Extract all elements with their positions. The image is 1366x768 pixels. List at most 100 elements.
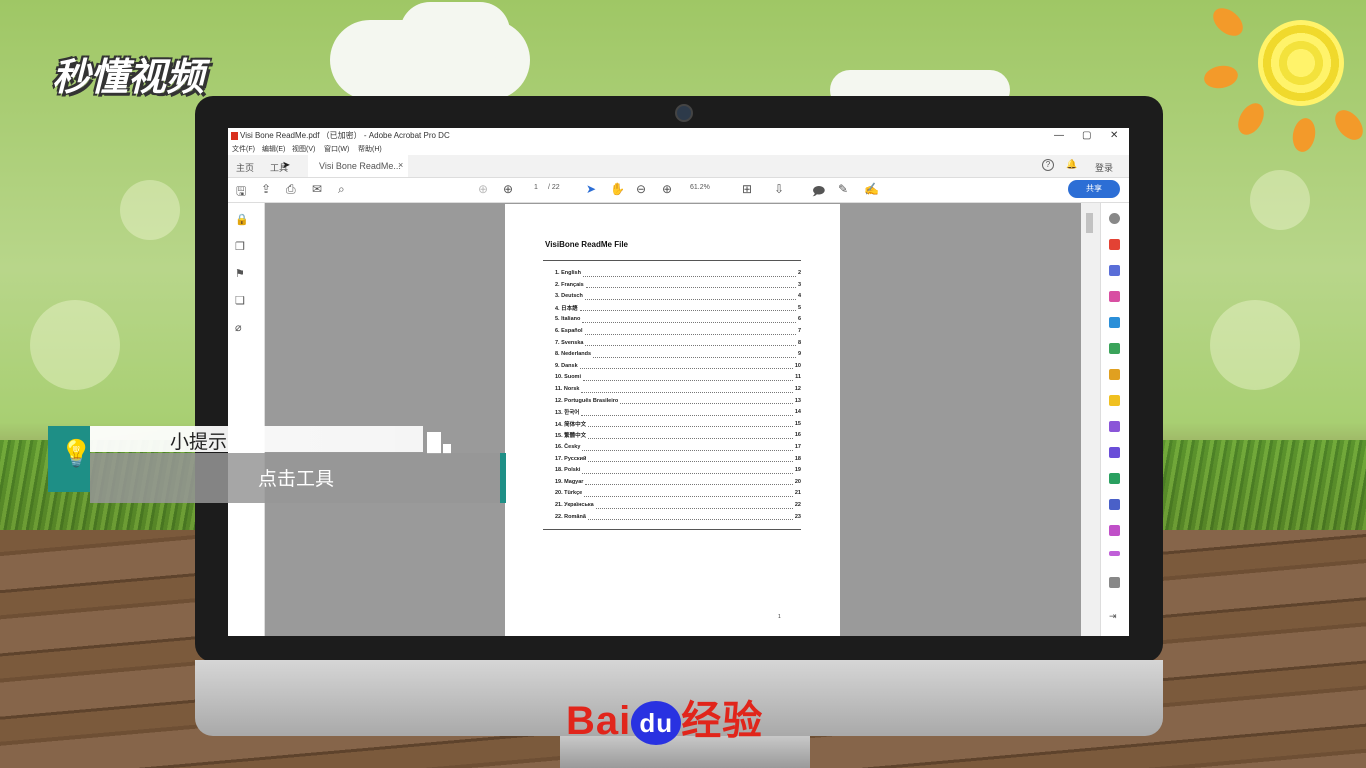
email-icon[interactable]: ✉ bbox=[312, 182, 322, 196]
tab-document[interactable]: Visi Bone ReadMe... × bbox=[308, 155, 408, 177]
collapse-panel-icon[interactable]: ⇥ bbox=[1109, 611, 1120, 622]
next-page-icon[interactable]: ⊕ bbox=[503, 182, 513, 196]
page-total: / 22 bbox=[548, 184, 560, 191]
layers-icon[interactable]: ❏ bbox=[235, 294, 245, 307]
toc-row[interactable]: 12. Português Brasileiro 13 bbox=[555, 396, 801, 406]
tip-decor-block bbox=[427, 432, 441, 454]
menu-file[interactable]: 文件(F) bbox=[232, 144, 255, 154]
vertical-scrollbar[interactable] bbox=[1081, 203, 1100, 636]
select-cursor-icon[interactable]: ➤ bbox=[586, 182, 596, 196]
toc-row[interactable]: 21. Українська 22 bbox=[555, 500, 801, 510]
zoom-tool-icon[interactable] bbox=[1109, 213, 1120, 224]
toc-row[interactable]: 16. Česky 17 bbox=[555, 442, 801, 452]
print-icon[interactable]: ⎙ bbox=[286, 182, 296, 197]
toc-row[interactable]: 7. Svenska 8 bbox=[555, 338, 801, 348]
comment-tool-icon[interactable] bbox=[1109, 395, 1120, 406]
fill-sign-icon[interactable] bbox=[1109, 421, 1120, 432]
toc-leader bbox=[581, 409, 793, 416]
toc-row[interactable]: 15. 繁體中文 16 bbox=[555, 430, 801, 440]
zoom-in-icon[interactable]: ⊕ bbox=[662, 182, 672, 196]
page-current[interactable]: 1 bbox=[534, 184, 538, 191]
export-pdf-icon[interactable] bbox=[1109, 317, 1120, 328]
save-icon[interactable]: 🖫 bbox=[236, 182, 246, 203]
certificate-icon[interactable] bbox=[1109, 447, 1120, 458]
toc-entry-name: 22. Română bbox=[555, 513, 586, 520]
share-button[interactable]: 共享 bbox=[1068, 180, 1120, 198]
menu-view[interactable]: 视图(V) bbox=[292, 144, 315, 154]
print-production-icon[interactable] bbox=[1109, 473, 1120, 484]
toc-row[interactable]: 6. Español 7 bbox=[555, 326, 801, 336]
prev-page-icon[interactable]: ⊕ bbox=[478, 182, 488, 196]
minimize-button[interactable]: — bbox=[1054, 128, 1064, 144]
toc-row[interactable]: 18. Polski 19 bbox=[555, 465, 801, 475]
toc-leader bbox=[581, 386, 793, 393]
edit-pdf-icon[interactable] bbox=[1109, 291, 1120, 302]
page-display-icon[interactable]: ⊞ bbox=[742, 182, 752, 196]
hand-icon[interactable]: ✋ bbox=[610, 182, 625, 196]
more-tools-icon[interactable] bbox=[1109, 577, 1120, 588]
toc-row[interactable]: 19. Magyar 20 bbox=[555, 477, 801, 487]
toc-leader bbox=[582, 467, 793, 474]
toc-row[interactable]: 14. 简体中文 15 bbox=[555, 419, 801, 429]
menu-help[interactable]: 帮助(H) bbox=[358, 144, 382, 154]
close-button[interactable]: ✕ bbox=[1110, 128, 1118, 144]
bookmark-icon[interactable]: ⚑ bbox=[235, 267, 245, 280]
tab-close-icon[interactable]: × bbox=[398, 160, 403, 170]
toc-row[interactable]: 17. Русский 18 bbox=[555, 454, 801, 464]
toc-leader bbox=[588, 420, 793, 428]
toc-row[interactable]: 3. Deutsch 4 bbox=[555, 291, 801, 301]
organize-pages-icon[interactable] bbox=[1109, 343, 1120, 354]
menu-window[interactable]: 窗口(W) bbox=[324, 144, 349, 154]
scroll-mode-icon[interactable]: ⇩ bbox=[774, 182, 784, 196]
zoom-out-icon[interactable]: ⊖ bbox=[636, 182, 646, 196]
scroll-thumb[interactable] bbox=[1086, 213, 1093, 233]
comment-icon[interactable]: 🗩 bbox=[812, 182, 825, 203]
toc-page-number: 17 bbox=[794, 444, 801, 450]
toc-row[interactable]: 5. Italiano 6 bbox=[555, 314, 801, 324]
lock-icon[interactable]: 🔒 bbox=[235, 213, 249, 226]
toc-row[interactable]: 8. Nederlands 9 bbox=[555, 349, 801, 359]
toc-row[interactable]: 22. Română 23 bbox=[555, 512, 801, 522]
prepare-form-icon[interactable] bbox=[1109, 525, 1120, 536]
sign-icon[interactable]: ✍ bbox=[864, 182, 879, 196]
window-title: Visi Bone ReadMe.pdf （已加密） - Adobe Acrob… bbox=[240, 131, 450, 140]
toc-row[interactable]: 11. Norsk 12 bbox=[555, 384, 801, 394]
maximize-button[interactable]: ▢ bbox=[1082, 128, 1091, 144]
toc-row[interactable]: 10. Suomi 11 bbox=[555, 372, 801, 382]
toc-page-number: 22 bbox=[794, 502, 801, 508]
toc-row[interactable]: 9. Dansk 10 bbox=[555, 361, 801, 371]
toc-page-number: 19 bbox=[794, 467, 801, 474]
bell-icon[interactable]: 🔔 bbox=[1066, 159, 1077, 170]
pdf-icon bbox=[231, 132, 238, 140]
upload-icon[interactable]: ⇪ bbox=[261, 182, 271, 196]
toc-row[interactable]: 1. English 2 bbox=[555, 268, 801, 278]
menu-edit[interactable]: 编辑(E) bbox=[262, 144, 285, 154]
share-label: 共享 bbox=[1086, 184, 1102, 193]
combine-files-icon[interactable] bbox=[1109, 265, 1120, 276]
toc-row[interactable]: 13. 한국어 14 bbox=[555, 407, 801, 417]
login-link[interactable]: 登录 bbox=[1095, 161, 1113, 174]
mouse-cursor-icon: ➤ bbox=[282, 160, 291, 171]
toc-row[interactable]: 20. Türkçe 21 bbox=[555, 488, 801, 498]
send-review-icon[interactable] bbox=[1109, 369, 1120, 380]
toc-page-number: 12 bbox=[794, 386, 801, 392]
acrobat-window: Visi Bone ReadMe.pdf （已加密） - Adobe Acrob… bbox=[228, 128, 1129, 636]
pen-icon[interactable]: ✎ bbox=[838, 182, 848, 196]
toc-row[interactable]: 4. 日本語 5 bbox=[555, 303, 801, 313]
toc-leader bbox=[582, 270, 796, 277]
create-pdf-icon[interactable] bbox=[1109, 239, 1120, 250]
toc-row[interactable]: 2. Français 3 bbox=[555, 280, 801, 290]
toc-page-number: 6 bbox=[797, 316, 801, 323]
attachment-icon[interactable]: ⌀ bbox=[235, 321, 242, 334]
tip-text: 点击工具 bbox=[258, 469, 335, 490]
toc-leader bbox=[593, 351, 796, 358]
tab-home[interactable]: 主页 bbox=[236, 161, 254, 174]
toc-leader bbox=[585, 281, 796, 289]
pages-icon[interactable]: ❐ bbox=[235, 240, 245, 253]
help-icon[interactable]: ? bbox=[1042, 159, 1054, 171]
toc-entry-name: 3. Deutsch bbox=[555, 293, 583, 300]
zoom-level[interactable]: 61.2% bbox=[690, 184, 710, 191]
protect-icon[interactable] bbox=[1109, 499, 1120, 510]
search-icon[interactable]: ⌕ bbox=[338, 182, 345, 197]
measure-icon[interactable] bbox=[1109, 551, 1120, 556]
